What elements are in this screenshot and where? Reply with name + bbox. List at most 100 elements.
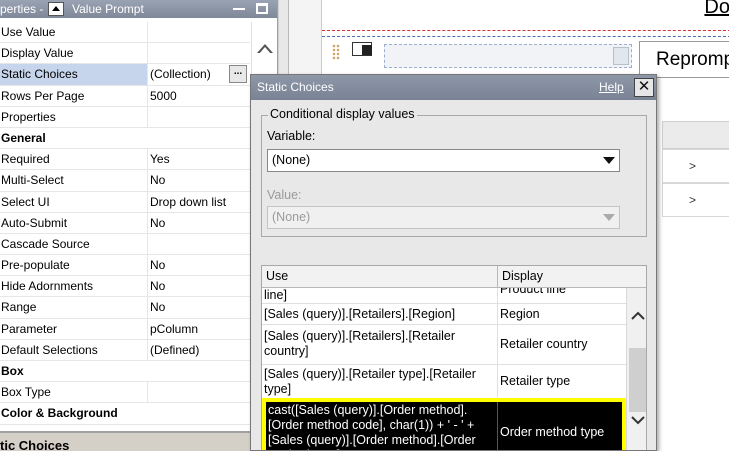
prompt-dropdown-arrow-icon[interactable] xyxy=(613,47,629,65)
chevron-down-icon[interactable] xyxy=(599,208,618,227)
property-name: Required xyxy=(0,149,148,170)
property-value[interactable]: Drop down list xyxy=(149,192,250,212)
property-row[interactable]: Parameter pColumn xyxy=(0,318,250,340)
cell-display: Region xyxy=(500,306,540,321)
value-label: Value: xyxy=(267,188,302,202)
property-name: Display Value xyxy=(0,43,148,64)
column-header-display[interactable]: Display xyxy=(498,266,646,288)
property-row[interactable]: Use Value xyxy=(0,22,250,44)
property-group-header[interactable]: Box xyxy=(0,361,250,383)
property-row[interactable]: Range No xyxy=(0,297,250,319)
property-row[interactable]: Pre-populate No xyxy=(0,255,250,277)
table-row[interactable]: [Sales (query)].[Retailer type].[Retaile… xyxy=(262,365,626,399)
property-value[interactable]: pColumn xyxy=(149,319,250,339)
table-row[interactable]: [Sales (query)].[Retailers].[Region] Reg… xyxy=(262,304,626,325)
list-header-fragment xyxy=(662,121,729,149)
property-row[interactable]: Cascade Source xyxy=(0,233,250,256)
properties-title: perties - xyxy=(0,2,44,16)
property-name: Cascade Source xyxy=(0,233,148,255)
property-name: Auto-Submit xyxy=(0,212,148,233)
property-row[interactable]: Display Value xyxy=(0,43,250,65)
properties-panel: perties - Value Prompt Use Value Display… xyxy=(0,0,278,451)
property-name: Use Value xyxy=(0,22,148,43)
property-value[interactable]: Yes xyxy=(149,149,250,169)
restore-icon[interactable] xyxy=(256,3,268,14)
variable-select[interactable]: (None) xyxy=(267,149,620,172)
property-name: Parameter xyxy=(0,318,148,339)
value-select[interactable]: (None) xyxy=(267,206,620,229)
chevron-down-icon[interactable] xyxy=(631,416,645,426)
help-link[interactable]: Help xyxy=(599,75,624,100)
property-group-name: General xyxy=(1,130,46,145)
table-row[interactable]: line] Product line xyxy=(262,288,626,304)
property-value[interactable]: No xyxy=(149,170,250,190)
property-value[interactable]: 5000 xyxy=(149,86,250,106)
property-row[interactable]: Properties xyxy=(0,106,250,128)
cell-use: cast([Sales (query)].[Order method].[Ord… xyxy=(266,402,498,450)
column-header-use[interactable]: Use xyxy=(262,266,498,288)
list-cell-fragment: > xyxy=(662,183,729,217)
table-row-selected[interactable]: cast([Sales (query)].[Order method].[Ord… xyxy=(262,398,626,450)
property-value[interactable]: No xyxy=(149,297,250,317)
property-value[interactable]: (Defined) xyxy=(149,340,250,360)
property-group-header[interactable]: General xyxy=(0,128,250,150)
cell-use: [Sales (query)].[Retailers].[Retailer co… xyxy=(262,325,498,364)
property-value[interactable] xyxy=(149,22,250,42)
minimize-icon[interactable] xyxy=(233,8,245,10)
property-row[interactable]: Rows Per Page 5000 xyxy=(0,85,250,107)
property-name: Rows Per Page xyxy=(0,85,148,106)
property-value[interactable] xyxy=(149,43,250,63)
report-title[interactable]: Do xyxy=(704,0,729,19)
cell-display: Product line xyxy=(500,288,567,296)
table-border xyxy=(322,36,729,37)
property-row[interactable]: Required Yes xyxy=(0,149,250,171)
table-header: Use Display xyxy=(262,266,646,288)
property-name: Pre-populate xyxy=(0,255,148,276)
value-prompt-control[interactable] xyxy=(384,44,632,68)
properties-subtitle: Value Prompt xyxy=(72,2,144,16)
property-row[interactable]: Auto-Submit No xyxy=(0,212,250,234)
dialog-title: Static Choices xyxy=(251,75,656,100)
drag-handle-icon[interactable] xyxy=(332,44,340,60)
property-group-name: Box xyxy=(1,364,24,378)
properties-grid: Use Value Display Value Static Choices (C… xyxy=(0,22,250,425)
ellipsis-button[interactable]: ... xyxy=(229,65,247,84)
variable-label: Variable: xyxy=(267,129,316,143)
block-border xyxy=(322,30,729,31)
property-name: Multi-Select xyxy=(0,170,148,191)
property-group-header[interactable]: Color & Background xyxy=(0,403,250,425)
property-row[interactable]: Default Selections (Defined) xyxy=(0,339,250,361)
scroll-up-icon[interactable] xyxy=(257,44,273,54)
property-row[interactable]: Box Type xyxy=(0,382,250,404)
object-selector-icon[interactable] xyxy=(48,2,64,16)
reprompt-button[interactable]: Reprompt xyxy=(639,41,729,78)
property-value[interactable]: No xyxy=(149,276,250,296)
property-row[interactable]: Hide Adornments No xyxy=(0,276,250,298)
property-row[interactable]: Multi-Select No xyxy=(0,170,250,192)
chevron-up-icon[interactable] xyxy=(631,310,645,320)
group-legend: Conditional display values xyxy=(268,107,417,121)
cell-use: line] xyxy=(262,288,498,303)
cell-display: Retailer country xyxy=(500,337,588,351)
table-row[interactable]: [Sales (query)].[Retailers].[Retailer co… xyxy=(262,325,626,365)
property-name: Hide Adornments xyxy=(0,276,148,297)
property-value[interactable] xyxy=(149,107,250,127)
property-row-static-choices[interactable]: Static Choices (Collection)... xyxy=(0,64,250,86)
cell-display: Retailer type xyxy=(500,374,571,388)
property-row[interactable]: Select UI Drop down list xyxy=(0,191,250,213)
cell-display: Order method type xyxy=(500,425,605,439)
table-body: line] Product line [Sales (query)].[Reta… xyxy=(262,288,626,450)
property-name: Select UI xyxy=(0,191,148,212)
chevron-down-icon[interactable] xyxy=(599,151,618,170)
static-choices-table: Use Display line] Product line [Sales (q… xyxy=(261,265,647,450)
scrollbar-thumb[interactable] xyxy=(629,348,646,412)
table-scrollbar[interactable] xyxy=(626,288,646,450)
property-value[interactable] xyxy=(149,382,250,402)
property-name: Box Type xyxy=(0,382,148,403)
close-button[interactable]: ✕ xyxy=(634,78,654,97)
value-prompt-icon[interactable] xyxy=(352,42,372,56)
property-value[interactable] xyxy=(149,234,250,254)
property-name: Properties xyxy=(0,106,148,127)
property-value[interactable]: No xyxy=(149,213,250,233)
property-value[interactable]: No xyxy=(149,255,250,275)
